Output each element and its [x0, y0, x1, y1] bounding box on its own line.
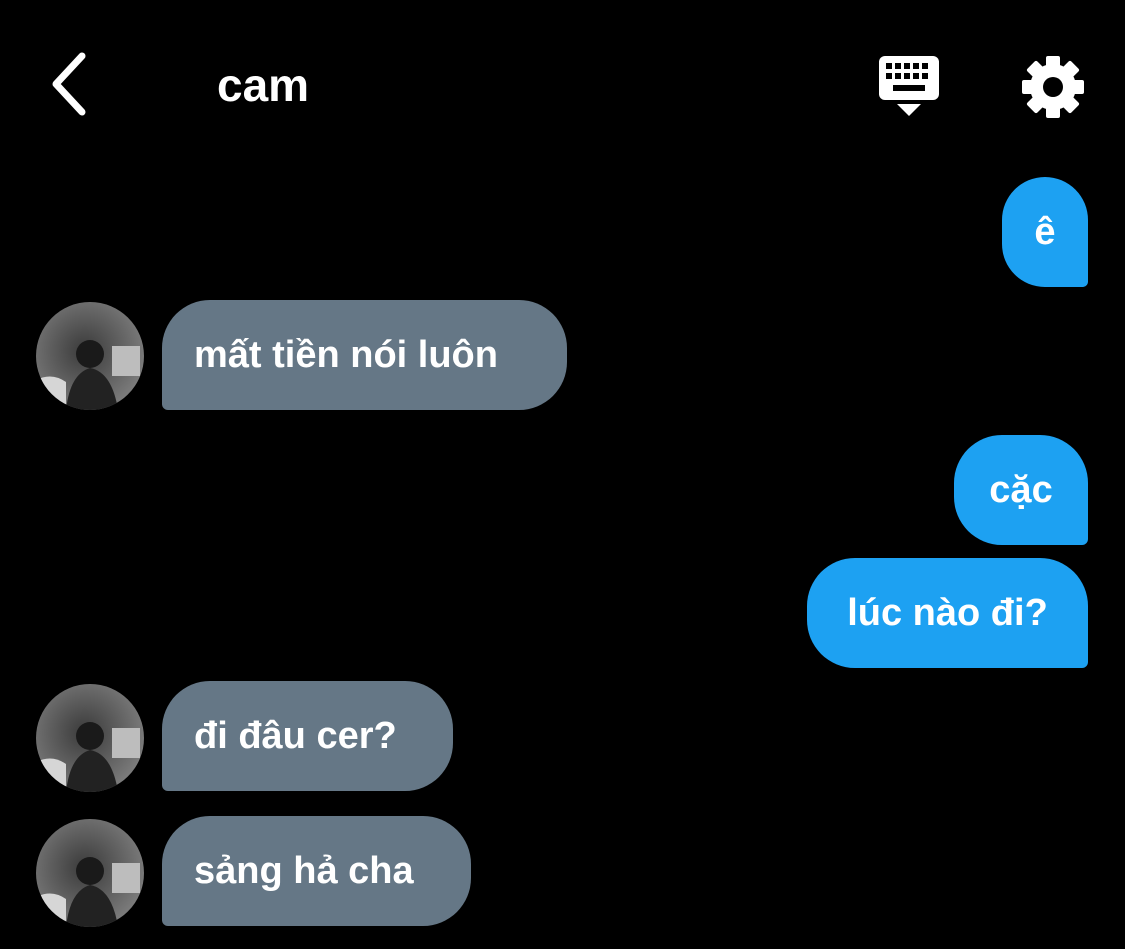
outgoing-message[interactable]: lúc nào đi?: [807, 558, 1088, 668]
settings-button[interactable]: [1018, 52, 1088, 122]
chat-header: cam: [0, 0, 1125, 160]
avatar[interactable]: [36, 819, 144, 927]
keyboard-toggle-button[interactable]: [870, 52, 948, 122]
avatar[interactable]: [36, 684, 144, 792]
avatar-photo: [36, 684, 144, 792]
message-text: mất tiền nói luôn: [194, 333, 498, 376]
incoming-message[interactable]: mất tiền nói luôn: [162, 300, 567, 410]
back-button[interactable]: [36, 46, 100, 122]
avatar-photo: [36, 302, 144, 410]
outgoing-message[interactable]: ê: [1002, 177, 1088, 287]
chevron-left-icon: [52, 52, 86, 116]
conversation-title[interactable]: cam: [217, 56, 309, 114]
incoming-message[interactable]: đi đâu cer?: [162, 681, 453, 791]
message-text: cặc: [989, 468, 1053, 511]
message-text: ê: [1034, 210, 1056, 253]
gear-icon: [1022, 56, 1084, 118]
message-text: đi đâu cer?: [194, 714, 397, 757]
avatar[interactable]: [36, 302, 144, 410]
message-text: lúc nào đi?: [847, 591, 1048, 634]
message-text: sảng hả cha: [194, 849, 414, 892]
keyboard-hide-icon: [879, 56, 939, 116]
avatar-photo: [36, 819, 144, 927]
incoming-message[interactable]: sảng hả cha: [162, 816, 471, 926]
outgoing-message[interactable]: cặc: [954, 435, 1088, 545]
